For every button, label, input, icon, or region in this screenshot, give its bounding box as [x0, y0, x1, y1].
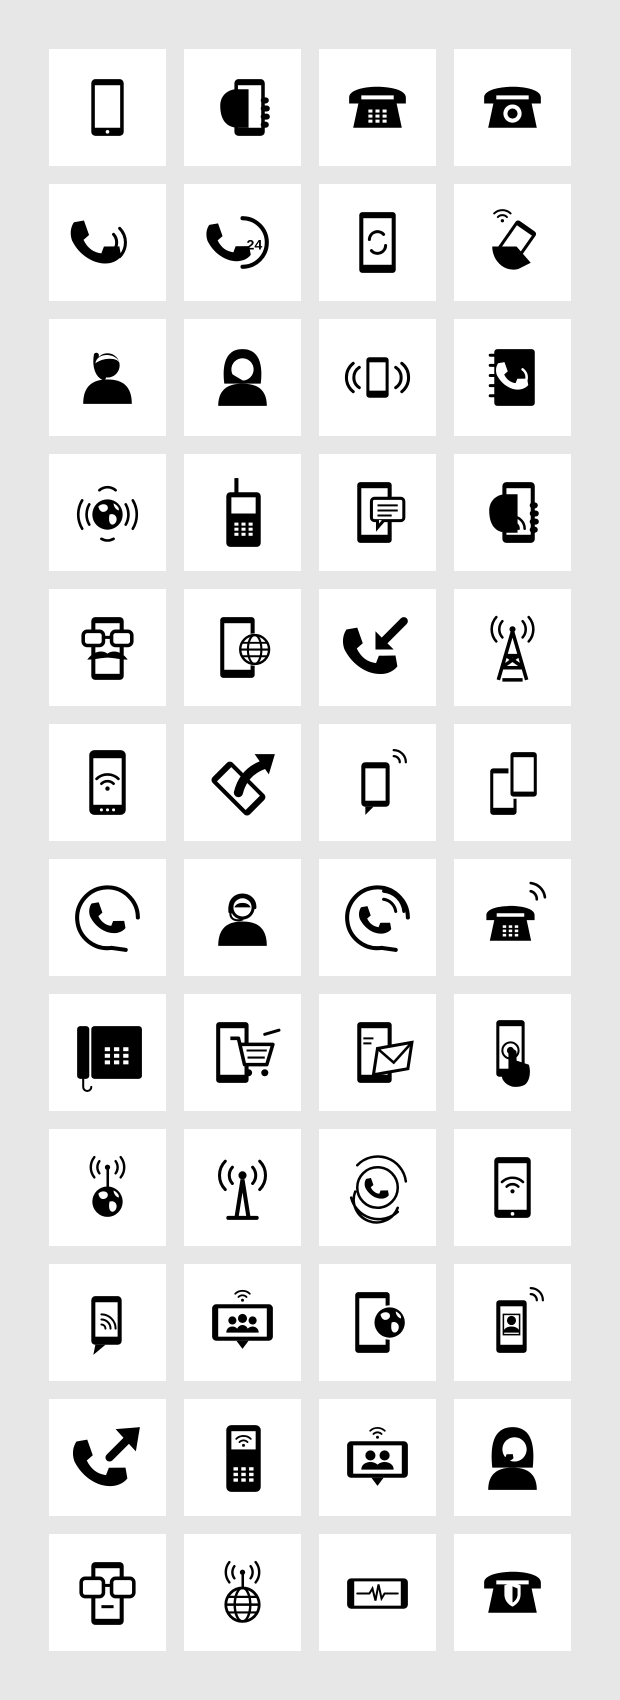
icon-tile	[184, 1399, 301, 1516]
two-phones-icon	[490, 750, 537, 815]
icon-tile	[184, 859, 301, 976]
icon-tile	[454, 1264, 571, 1381]
phone-glasses-icon	[79, 1562, 136, 1625]
keypad-desk-telephone-icon	[349, 86, 406, 128]
icon-tile	[49, 1399, 166, 1516]
globe-signal-icon	[89, 1155, 126, 1217]
icon-tile	[319, 184, 436, 301]
ringing-desk-phone-icon	[486, 881, 547, 941]
icon-tile	[184, 1129, 301, 1246]
icon-tile	[184, 49, 301, 166]
icon-tile	[454, 319, 571, 436]
icon-tile	[319, 454, 436, 571]
icon-tile	[49, 184, 166, 301]
icon-tile	[184, 319, 301, 436]
icon-tile	[319, 994, 436, 1111]
icon-tile	[454, 1129, 571, 1246]
hand-phone-signal-icon	[492, 209, 537, 270]
icon-tile	[319, 1399, 436, 1516]
rotary-telephone-icon	[484, 86, 541, 128]
telephone-shield-icon	[484, 1571, 541, 1613]
icon-tile	[184, 994, 301, 1111]
icon-tile	[454, 589, 571, 706]
icon-tile	[49, 1129, 166, 1246]
woman-operator-icon	[218, 349, 267, 406]
vibrating-phone-icon	[344, 357, 411, 398]
cell-tower-icon	[490, 615, 535, 682]
incoming-call-icon	[340, 617, 408, 680]
phone-contact-signal-icon	[496, 1286, 544, 1353]
phone-book-icon	[488, 349, 535, 406]
phone-chat-nfc-icon	[91, 1296, 122, 1355]
phone-globe-icon	[220, 617, 271, 678]
phone-chat-signal-icon	[361, 748, 407, 815]
svg-text:24: 24	[247, 238, 263, 254]
icon-tile	[454, 994, 571, 1111]
ringing-handset-icon	[68, 215, 127, 269]
smartphone-icon	[91, 79, 124, 136]
icon-tile	[319, 1129, 436, 1246]
phone-tap-icon	[496, 1020, 530, 1087]
icon-tile	[49, 1534, 166, 1651]
icon-tile	[49, 1264, 166, 1381]
icon-tile	[319, 1264, 436, 1381]
icon-tile	[49, 589, 166, 706]
handset-circle-icon	[75, 885, 140, 952]
icon-tile	[184, 724, 301, 841]
globe-broadcast-icon	[224, 1560, 261, 1623]
icon-tile	[184, 1534, 301, 1651]
phone-wifi-signal-icon	[494, 1157, 531, 1218]
icon-tile	[319, 724, 436, 841]
hand-phone-nfc-icon	[489, 482, 539, 543]
woman-on-phone-icon	[488, 1427, 537, 1490]
mobile-shopping-icon	[216, 1022, 281, 1083]
office-phone-icon	[77, 1026, 142, 1092]
hand-holding-phone-icon	[220, 79, 270, 136]
icon-tile: 24	[184, 184, 301, 301]
icon-tile	[454, 454, 571, 571]
handset-swirl-icon	[349, 1155, 408, 1224]
tablet-video-chat-icon	[347, 1426, 408, 1486]
icon-tile	[319, 319, 436, 436]
icon-tile	[454, 724, 571, 841]
phone-globe-corner-icon	[355, 1292, 407, 1353]
handset-circle-ringing-icon	[345, 885, 410, 952]
icon-tile	[454, 184, 571, 301]
outgoing-call-icon	[70, 1427, 140, 1492]
icon-tile	[454, 49, 571, 166]
icon-tile	[49, 49, 166, 166]
icon-tile	[49, 319, 166, 436]
phone-wifi-icon	[89, 750, 126, 815]
phone-sync-icon	[359, 212, 396, 273]
icon-tile	[319, 589, 436, 706]
icon-tile	[454, 1534, 571, 1651]
icon-sheet: 24	[0, 0, 620, 1700]
mobile-handset-icon	[226, 478, 261, 547]
phone-email-icon	[357, 1022, 414, 1083]
icon-tile	[454, 859, 571, 976]
icon-tile	[49, 859, 166, 976]
phone-message-icon	[357, 482, 406, 543]
radio-antenna-icon	[218, 1159, 267, 1220]
icon-tile	[319, 859, 436, 976]
tablet-video-conference-icon	[212, 1289, 273, 1349]
icon-tile	[184, 1264, 301, 1381]
phone-glasses-mustache-icon	[81, 617, 134, 680]
mobile-keypad-wifi-icon	[226, 1425, 261, 1492]
icon-tile	[49, 994, 166, 1111]
icon-tile	[49, 454, 166, 571]
icon-tile	[319, 49, 436, 166]
man-on-phone-icon	[83, 352, 132, 404]
global-calls-icon	[76, 485, 139, 542]
phone-share-arrow-icon	[211, 754, 275, 816]
icon-tile	[319, 1534, 436, 1651]
icon-tile	[184, 589, 301, 706]
icon-tile	[49, 724, 166, 841]
phone-heartbeat-icon	[347, 1578, 408, 1609]
icon-tile	[454, 1399, 571, 1516]
support-agent-icon	[218, 893, 267, 946]
icon-tile	[184, 454, 301, 571]
24-hour-support-icon: 24	[204, 216, 269, 269]
